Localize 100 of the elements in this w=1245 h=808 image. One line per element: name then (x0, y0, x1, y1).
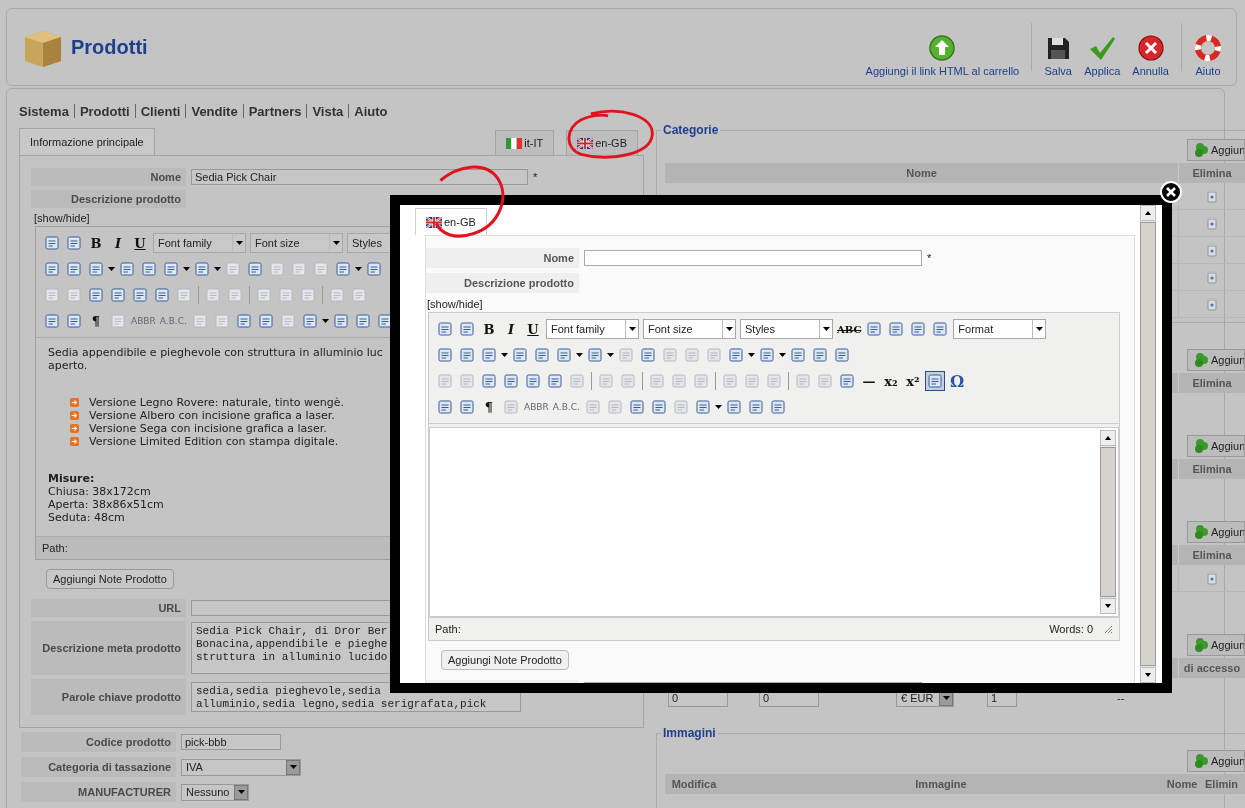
show-hide-link[interactable]: [show/hide] (427, 298, 1120, 310)
word-count: Words: 0 (1049, 623, 1093, 635)
name-input[interactable] (584, 250, 922, 266)
caret-icon[interactable] (714, 405, 722, 409)
toolbar-button[interactable]: x₂ (881, 371, 901, 391)
menu-item[interactable]: Prodotti (79, 103, 130, 119)
toolbar-button[interactable]: B (86, 233, 106, 253)
caret-icon[interactable] (321, 319, 329, 323)
column-header: Elimina (1178, 545, 1245, 565)
toolbar-button[interactable]: U (130, 233, 150, 253)
cancel-icon (1136, 34, 1165, 62)
language-tab[interactable]: en-GB (415, 208, 487, 235)
toolbar-button[interactable]: B (479, 319, 499, 339)
trash-icon[interactable] (1206, 270, 1218, 284)
caret-icon[interactable] (237, 790, 245, 794)
caret-icon[interactable] (183, 267, 190, 271)
content-text: Aperta: 38x86x51cm (48, 498, 164, 511)
add-button[interactable]: Aggiun (1187, 349, 1245, 371)
arrow-bullet-icon (70, 398, 79, 407)
clover-icon (1194, 637, 1210, 653)
toolbar-action[interactable]: Salva (1038, 17, 1079, 77)
toolbar-action[interactable]: Annulla (1126, 17, 1175, 77)
add-notes-button[interactable]: Aggiungi Note Prodotto (46, 569, 174, 589)
toolbar-button[interactable]: I (108, 233, 128, 253)
add-button[interactable]: Aggiun (1187, 435, 1245, 457)
field-label: Descrizione meta prodotto (31, 621, 186, 675)
caret-icon[interactable] (748, 353, 755, 357)
dropdown[interactable]: Font size (643, 319, 736, 339)
toolbar-action[interactable]: Aggiungi il link HTML al carrello (859, 17, 1026, 77)
checkmark-icon (1088, 34, 1117, 62)
path-label: Path: (435, 623, 461, 635)
toolbar-button[interactable]: ABC (836, 319, 863, 339)
select-dropdown[interactable]: Nessuno (181, 783, 249, 801)
field-label: MANUFACTURER (21, 782, 176, 802)
close-icon[interactable] (1159, 181, 1183, 205)
add-button[interactable]: Aggiun (1187, 139, 1245, 161)
cell-text: -- (1117, 692, 1125, 704)
menu-item[interactable]: Vendite (191, 103, 238, 119)
toolbar-action[interactable]: Applica (1078, 17, 1127, 77)
menu-item[interactable]: Clienti (140, 103, 181, 119)
select-dropdown[interactable]: IVA (181, 758, 301, 776)
name-input[interactable]: Sedia Pick Chair (191, 169, 528, 185)
field-label: URL (31, 599, 186, 617)
trash-icon[interactable] (1206, 297, 1218, 311)
column-header: Elimina (1178, 459, 1245, 479)
trash-icon[interactable] (1206, 216, 1218, 230)
uk-flag-icon (577, 137, 594, 149)
dropdown[interactable]: Font family (546, 319, 639, 339)
caret-icon[interactable] (628, 327, 636, 331)
list-item: Versione Albero con incisione grafica a laser. (89, 409, 335, 422)
caret-icon[interactable] (501, 353, 508, 357)
toolbar-button[interactable]: — (859, 371, 879, 391)
toolbar-action[interactable]: Aiuto (1188, 17, 1228, 77)
column-header: di accesso (1178, 658, 1245, 678)
trash-icon[interactable] (1206, 189, 1218, 203)
language-tab[interactable]: it-IT (495, 130, 555, 155)
resize-grip-icon[interactable] (1103, 624, 1113, 634)
caret-icon[interactable] (214, 267, 221, 271)
menu-item[interactable]: Sistema (19, 103, 69, 119)
field-label: Categoria di tassazione (21, 757, 176, 777)
add-button[interactable]: Aggiun (1187, 634, 1245, 656)
trash-icon[interactable] (1206, 571, 1218, 585)
scrollbar[interactable] (1140, 205, 1156, 683)
add-button[interactable]: Aggiun (1187, 750, 1245, 772)
dropdown[interactable]: Font family (153, 233, 246, 253)
caret-icon[interactable] (289, 765, 297, 769)
menu-item[interactable]: Aiuto (354, 103, 388, 119)
menu-item[interactable]: Partners (248, 103, 302, 119)
caret-icon[interactable] (942, 696, 950, 700)
caret-icon[interactable] (1035, 327, 1043, 331)
caret-icon[interactable] (576, 353, 583, 357)
toolbar-button[interactable]: U (523, 319, 543, 339)
dropdown[interactable]: Font size (250, 233, 343, 253)
toolbar-button[interactable]: I (501, 319, 521, 339)
trash-icon[interactable] (1206, 243, 1218, 257)
toolbar-button[interactable]: x² (903, 371, 923, 391)
menu-item[interactable]: Vista (312, 103, 344, 119)
list-item: Versione Limited Edition con stampa digitale. (89, 435, 339, 448)
required-mark: * (927, 252, 932, 264)
scrollbar[interactable] (1100, 430, 1116, 614)
toolbar-button[interactable]: ¶ (479, 397, 499, 417)
caret-icon[interactable] (355, 267, 362, 271)
toolbar-button[interactable]: Ω (947, 371, 967, 391)
dropdown[interactable]: Styles (740, 319, 833, 339)
toolbar-icon[interactable] (925, 371, 945, 391)
caret-icon[interactable] (779, 353, 786, 357)
add-button[interactable]: Aggiun (1187, 521, 1245, 543)
toolbar-button[interactable]: ¶ (86, 311, 106, 331)
caret-icon[interactable] (607, 353, 614, 357)
caret-icon[interactable] (235, 241, 243, 245)
caret-icon[interactable] (822, 327, 830, 331)
product-code-input[interactable]: pick-bbb (181, 734, 281, 750)
language-tab[interactable]: en-GB (566, 130, 638, 155)
caret-icon[interactable] (108, 267, 115, 271)
lifebuoy-icon (1194, 34, 1222, 62)
dropdown[interactable]: Format (953, 319, 1047, 339)
tab[interactable]: Informazione principale (19, 128, 155, 155)
caret-icon[interactable] (725, 327, 733, 331)
add-notes-button[interactable]: Aggiungi Note Prodotto (441, 650, 569, 670)
caret-icon[interactable] (332, 241, 340, 245)
